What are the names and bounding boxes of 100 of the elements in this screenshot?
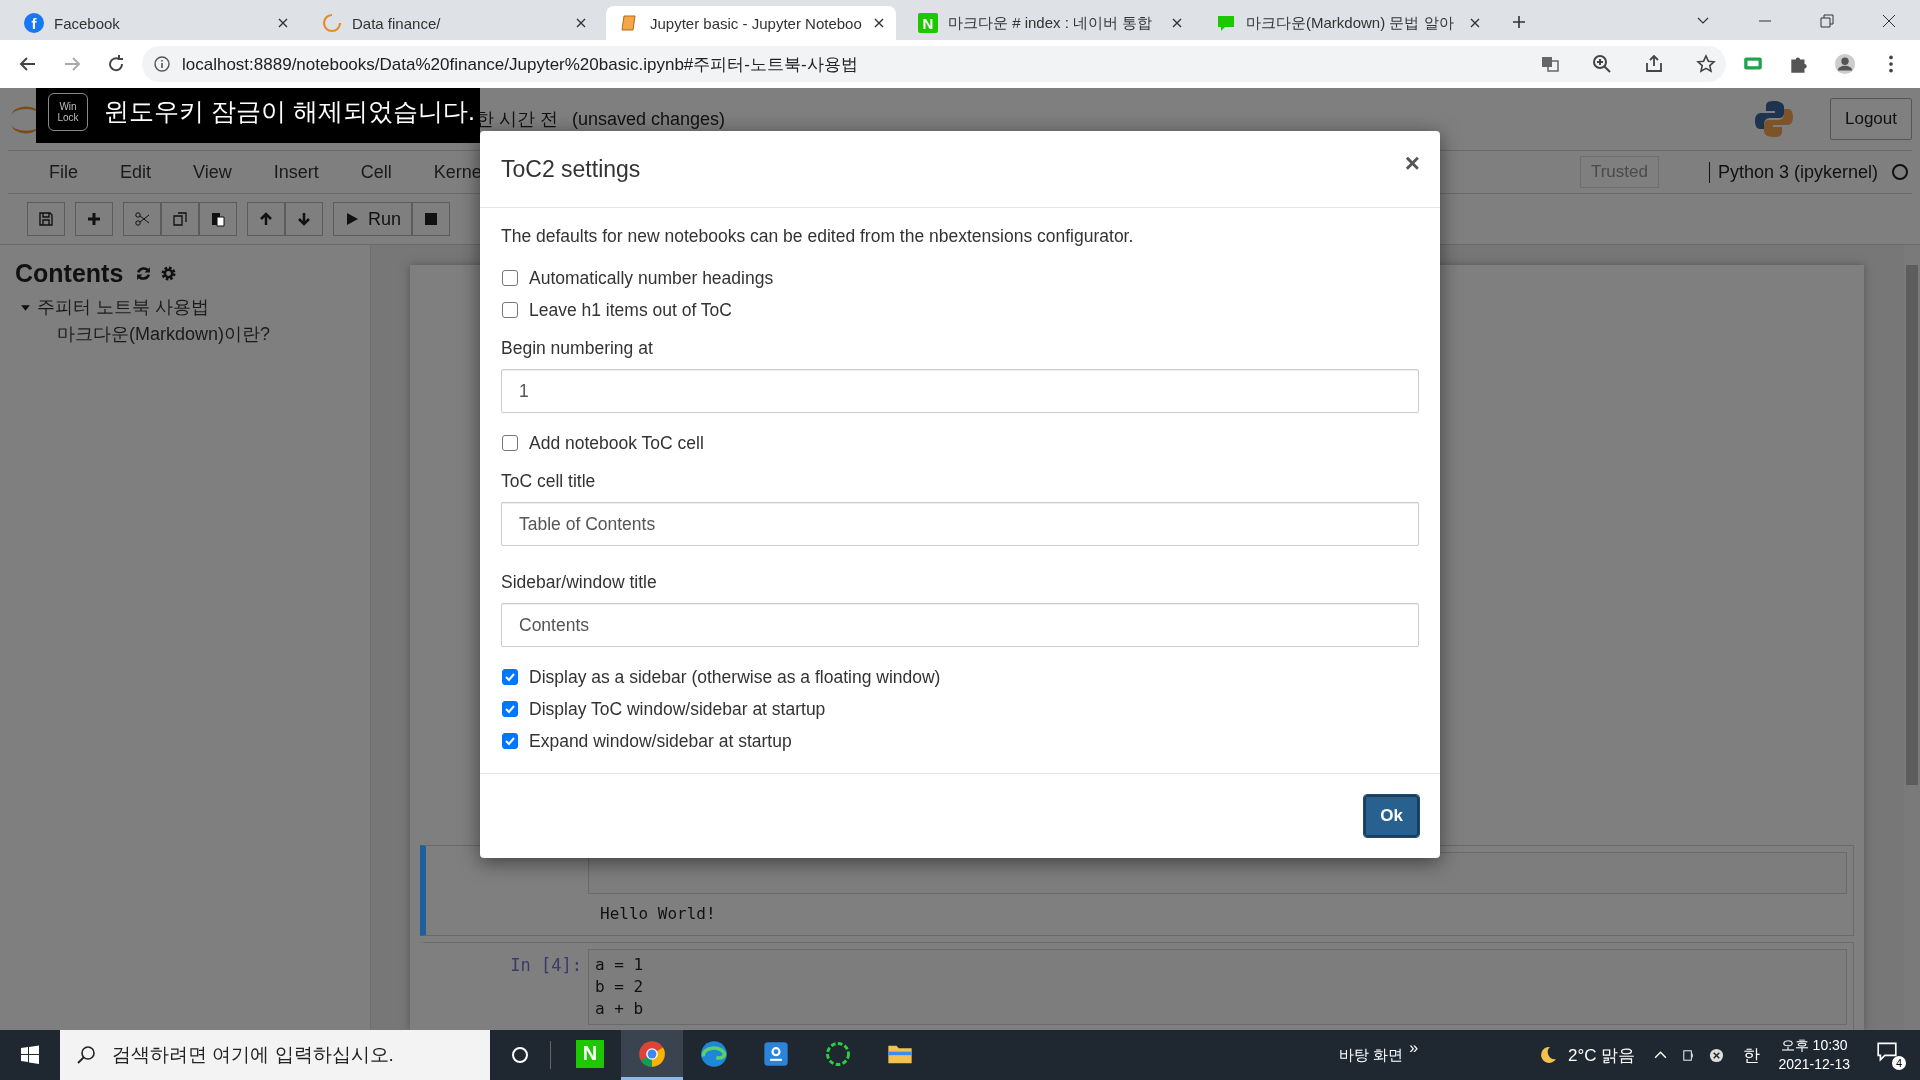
checkbox-label: Display as a sidebar (otherwise as a floating window): [529, 666, 941, 688]
checkbox-label: Display ToC window/sidebar at startup: [529, 698, 826, 720]
browser-tab[interactable]: f Facebook: [10, 6, 300, 40]
notification-message: 윈도우키 잠금이 해제되었습니다.: [104, 96, 475, 127]
paste-button[interactable]: [199, 202, 237, 236]
address-bar[interactable]: localhost:8889/notebooks/Data%20finance/Jupyter%20basic.ipynb#주피터-노트북-사용법: [142, 46, 1726, 82]
plus-icon: [86, 211, 102, 227]
tab-title: Jupyter basic - Jupyter Noteboo: [650, 14, 863, 32]
info-icon: [154, 56, 170, 72]
edge-icon: [700, 1039, 728, 1068]
close-icon[interactable]: [874, 18, 884, 28]
input-method-indicator[interactable]: 한: [1743, 1043, 1761, 1067]
checkbox[interactable]: [502, 302, 518, 318]
checkbox-label: Leave h1 items out of ToC: [529, 299, 732, 321]
ok-button[interactable]: Ok: [1364, 795, 1419, 837]
network-off-icon[interactable]: [1709, 1047, 1725, 1063]
translate-icon[interactable]: [1540, 54, 1560, 74]
arrow-up-icon: [258, 211, 274, 227]
move-up-button[interactable]: [247, 202, 285, 236]
python-logo-icon: [1754, 99, 1794, 139]
menu-item[interactable]: View: [193, 161, 232, 183]
star-icon[interactable]: [1696, 54, 1716, 74]
more-chevron[interactable]: »: [1409, 1039, 1419, 1057]
floppy-icon: [38, 211, 54, 227]
winlock-logo-icon: Win Lock: [48, 92, 88, 131]
save-button[interactable]: [27, 202, 65, 236]
close-button[interactable]: ×: [1404, 147, 1420, 179]
input-field[interactable]: Table of Contents: [501, 502, 1419, 546]
dialog-description: The defaults for new notebooks can be edited from the nbextensions configurator.: [501, 226, 1135, 247]
tab-title: 마크다운 # index : 네이버 통합: [948, 13, 1154, 33]
arrow-down-icon: [296, 211, 312, 227]
run-button[interactable]: Run: [333, 202, 413, 236]
speech-bubble-icon: [1216, 13, 1236, 33]
taskbar-app[interactable]: [621, 1030, 683, 1080]
browser-tab[interactable]: N 마크다운 # index : 네이버 통합: [904, 6, 1194, 40]
checkbox[interactable]: [502, 733, 518, 749]
menu-item[interactable]: Cell: [360, 161, 392, 183]
input-field[interactable]: Contents: [501, 603, 1419, 647]
kernel-idle-icon: [1892, 164, 1908, 180]
new-tab-icon[interactable]: [1512, 15, 1526, 29]
profile-icon[interactable]: [1834, 53, 1856, 75]
code-editor[interactable]: a = 1 b = 2 a + b: [588, 949, 1847, 1025]
input-field[interactable]: 1: [501, 369, 1419, 413]
insert-cell-button[interactable]: [75, 202, 113, 236]
tab-title: Data finance/: [352, 14, 442, 32]
stop-icon: [423, 211, 440, 227]
zoom-icon[interactable]: [1592, 54, 1612, 74]
refresh-icon[interactable]: [135, 265, 153, 282]
menu-item[interactable]: Insert: [273, 161, 319, 183]
checkbox-label: Add notebook ToC cell: [529, 432, 704, 454]
copy-icon: [172, 211, 188, 227]
unsaved-changes-text: (unsaved changes): [572, 108, 726, 130]
browser-tab[interactable]: Data finance/: [308, 6, 598, 40]
checkbox[interactable]: [502, 701, 518, 717]
toc-item[interactable]: 마크다운(Markdown)이란?: [57, 324, 271, 344]
naver-icon: N: [576, 1039, 604, 1068]
checkbox[interactable]: [502, 669, 518, 685]
checkbox[interactable]: [502, 270, 518, 286]
toc-item[interactable]: 주피터 노트북 사용법: [37, 294, 209, 321]
code-line: a = 1: [595, 954, 645, 976]
moon-icon[interactable]: [1538, 1045, 1559, 1065]
logout-button[interactable]: Logout: [1830, 98, 1912, 140]
settings-icon[interactable]: [160, 265, 178, 282]
close-icon[interactable]: [1470, 18, 1480, 28]
cut-button[interactable]: [123, 202, 161, 236]
move-down-button[interactable]: [285, 202, 323, 236]
tab-title: 마크다운(Markdown) 문법 알아: [1246, 13, 1455, 33]
resize-handle[interactable]: [370, 245, 383, 1030]
field-label: Sidebar/window title: [501, 572, 658, 593]
menu-item[interactable]: Edit: [120, 161, 152, 183]
menu-item[interactable]: File: [49, 161, 78, 183]
clipboard-icon: [210, 211, 226, 227]
checkbox[interactable]: [502, 435, 518, 451]
close-icon[interactable]: [1172, 18, 1182, 28]
tab-title: Facebook: [54, 14, 121, 32]
weather-text[interactable]: 2°C 맑음: [1568, 1043, 1636, 1067]
app-icon: [762, 1039, 790, 1068]
field-label: Begin numbering at: [501, 338, 654, 359]
clock[interactable]: 오후 10:30 2021-12-13: [1778, 1036, 1850, 1074]
code-editor[interactable]: [588, 852, 1847, 894]
chrome-icon: [638, 1039, 666, 1068]
notification-center-button[interactable]: 4: [1876, 1040, 1906, 1070]
desktop-toolbar-label[interactable]: 바탕 화면: [1339, 1045, 1404, 1065]
restore-icon[interactable]: [1820, 14, 1834, 28]
code-line: b = 2: [595, 976, 645, 998]
copy-button[interactable]: [161, 202, 199, 236]
browser-tab[interactable]: 마크다운(Markdown) 문법 알아: [1202, 6, 1492, 40]
kernel-name[interactable]: Python 3 (ipykernel): [1708, 161, 1878, 183]
share-icon[interactable]: [1644, 54, 1664, 74]
scissors-icon: [134, 211, 150, 227]
browser-tab[interactable]: Jupyter basic - Jupyter Noteboo: [606, 6, 896, 40]
stop-button[interactable]: [412, 202, 451, 236]
search-field[interactable]: 검색하려면 여기에 입력하십시오.: [60, 1030, 490, 1080]
close-icon[interactable]: [1882, 14, 1896, 28]
caret-icon[interactable]: [20, 302, 31, 313]
naver-icon: N: [918, 13, 938, 33]
menu-item[interactable]: Kerne: [433, 161, 482, 183]
loading-spinner-icon: [824, 1039, 852, 1068]
close-icon[interactable]: [576, 18, 586, 28]
close-icon[interactable]: [278, 18, 288, 28]
